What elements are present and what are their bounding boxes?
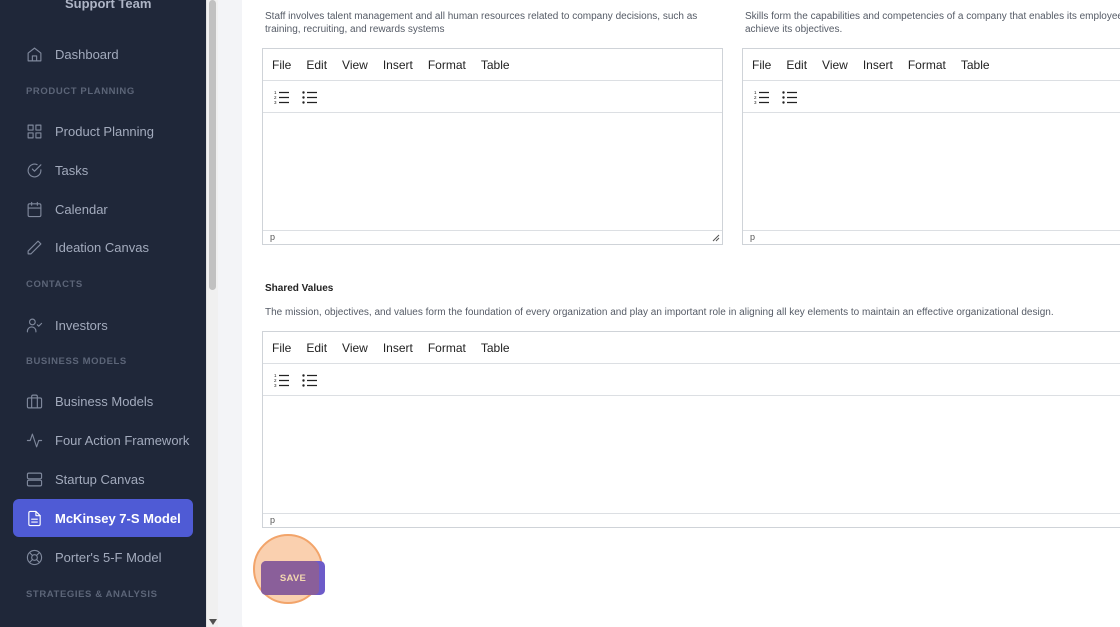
svg-text:3: 3 xyxy=(754,100,757,105)
sidebar-item-startup-canvas[interactable]: Startup Canvas xyxy=(13,460,193,498)
resize-handle-icon[interactable] xyxy=(712,234,720,242)
sidebar: Support Team Dashboard PRODUCT PLANNING … xyxy=(0,0,206,627)
section-label-business-models: BUSINESS MODELS xyxy=(26,356,127,367)
activity-icon xyxy=(25,431,43,449)
menu-format[interactable]: Format xyxy=(428,341,466,355)
staff-editor[interactable]: File Edit View Insert Format Table 123 p xyxy=(262,48,723,245)
shared-values-editor[interactable]: File Edit View Insert Format Table 123 p xyxy=(262,331,1120,528)
save-button[interactable]: SAVE xyxy=(261,561,325,595)
home-icon xyxy=(25,45,43,63)
sidebar-item-label: Investors xyxy=(55,317,108,333)
editor-menubar: File Edit View Insert Format Table xyxy=(743,49,1120,81)
editor-statusbar: p xyxy=(743,230,1120,244)
menu-format[interactable]: Format xyxy=(908,58,946,72)
menu-file[interactable]: File xyxy=(272,341,291,355)
svg-text:3: 3 xyxy=(274,383,277,388)
save-button-label: SAVE xyxy=(279,572,307,584)
sidebar-item-business-models[interactable]: Business Models xyxy=(13,382,193,420)
menu-view[interactable]: View xyxy=(342,58,368,72)
sidebar-item-investors[interactable]: Investors xyxy=(13,306,193,344)
grid-icon xyxy=(25,122,43,140)
shared-values-description: The mission, objectives, and values form… xyxy=(265,307,1054,318)
sidebar-item-label: McKinsey 7-S Model xyxy=(55,510,181,526)
team-name: Support Team xyxy=(65,0,152,11)
sidebar-item-mckinsey-7s-model[interactable]: McKinsey 7-S Model xyxy=(13,499,193,537)
main-content: Staff involves talent management and all… xyxy=(218,0,1120,627)
sidebar-item-label: Business Models xyxy=(55,393,154,409)
editor-menubar: File Edit View Insert Format Table xyxy=(263,49,722,81)
menu-table[interactable]: Table xyxy=(481,341,510,355)
bullet-list-icon[interactable] xyxy=(299,369,321,391)
sidebar-item-label: Four Action Framework xyxy=(55,432,190,448)
sidebar-item-label: Porter's 5-F Model xyxy=(55,549,162,565)
menu-edit[interactable]: Edit xyxy=(306,341,327,355)
menu-table[interactable]: Table xyxy=(961,58,990,72)
shared-values-title: Shared Values xyxy=(265,283,334,294)
numbered-list-icon[interactable]: 123 xyxy=(751,86,773,108)
menu-file[interactable]: File xyxy=(272,58,291,72)
numbered-list-icon[interactable]: 123 xyxy=(271,369,293,391)
editor-statusbar: p xyxy=(263,513,1120,527)
file-text-icon xyxy=(25,509,43,527)
editor-toolbar: 123 xyxy=(263,364,1120,396)
sidebar-item-label: Ideation Canvas xyxy=(55,239,149,255)
section-label-product-planning: PRODUCT PLANNING xyxy=(26,86,135,97)
life-buoy-icon xyxy=(25,548,43,566)
staff-description: Staff involves talent management and all… xyxy=(265,11,698,35)
skills-description: Skills form the capabilities and compete… xyxy=(745,11,1120,35)
section-label-strategies: STRATEGIES & ANALYSIS xyxy=(26,589,158,600)
menu-edit[interactable]: Edit xyxy=(306,58,327,72)
section-label-contacts: CONTACTS xyxy=(26,279,83,290)
menu-insert[interactable]: Insert xyxy=(383,341,413,355)
server-icon xyxy=(25,470,43,488)
menu-file[interactable]: File xyxy=(752,58,771,72)
bullet-list-icon[interactable] xyxy=(779,86,801,108)
menu-view[interactable]: View xyxy=(822,58,848,72)
sidebar-item-calendar[interactable]: Calendar xyxy=(13,190,193,228)
sidebar-item-label: Tasks xyxy=(55,162,89,178)
sidebar-scrollbar[interactable] xyxy=(206,0,218,627)
sidebar-item-porters-5f-model[interactable]: Porter's 5-F Model xyxy=(13,538,193,576)
briefcase-icon xyxy=(25,392,43,410)
svg-text:3: 3 xyxy=(274,100,277,105)
sidebar-item-four-action-framework[interactable]: Four Action Framework xyxy=(13,421,193,459)
sidebar-item-dashboard[interactable]: Dashboard xyxy=(13,35,193,73)
sidebar-item-label: Calendar xyxy=(55,201,108,217)
calendar-icon xyxy=(25,200,43,218)
scrollbar-thumb[interactable] xyxy=(209,0,216,290)
bullet-list-icon[interactable] xyxy=(299,86,321,108)
menu-edit[interactable]: Edit xyxy=(786,58,807,72)
sidebar-item-label: Startup Canvas xyxy=(55,471,145,487)
sidebar-item-product-planning[interactable]: Product Planning xyxy=(13,112,193,150)
numbered-list-icon[interactable]: 123 xyxy=(271,86,293,108)
menu-insert[interactable]: Insert xyxy=(863,58,893,72)
editor-toolbar: 123 xyxy=(743,81,1120,113)
sidebar-item-label: Dashboard xyxy=(55,46,119,62)
user-check-icon xyxy=(25,316,43,334)
sidebar-item-tasks[interactable]: Tasks xyxy=(13,151,193,189)
editor-toolbar: 123 xyxy=(263,81,722,113)
sidebar-item-label: Product Planning xyxy=(55,123,155,139)
menu-view[interactable]: View xyxy=(342,341,368,355)
menu-format[interactable]: Format xyxy=(428,58,466,72)
sidebar-item-ideation-canvas[interactable]: Ideation Canvas xyxy=(13,228,193,266)
check-circle-icon xyxy=(25,161,43,179)
menu-insert[interactable]: Insert xyxy=(383,58,413,72)
menu-table[interactable]: Table xyxy=(481,58,510,72)
pencil-icon xyxy=(25,238,43,256)
scroll-down-arrow-icon[interactable] xyxy=(209,619,217,625)
skills-editor[interactable]: File Edit View Insert Format Table 123 p xyxy=(742,48,1120,245)
editor-menubar: File Edit View Insert Format Table xyxy=(263,332,1120,364)
editor-statusbar: p xyxy=(263,230,722,244)
